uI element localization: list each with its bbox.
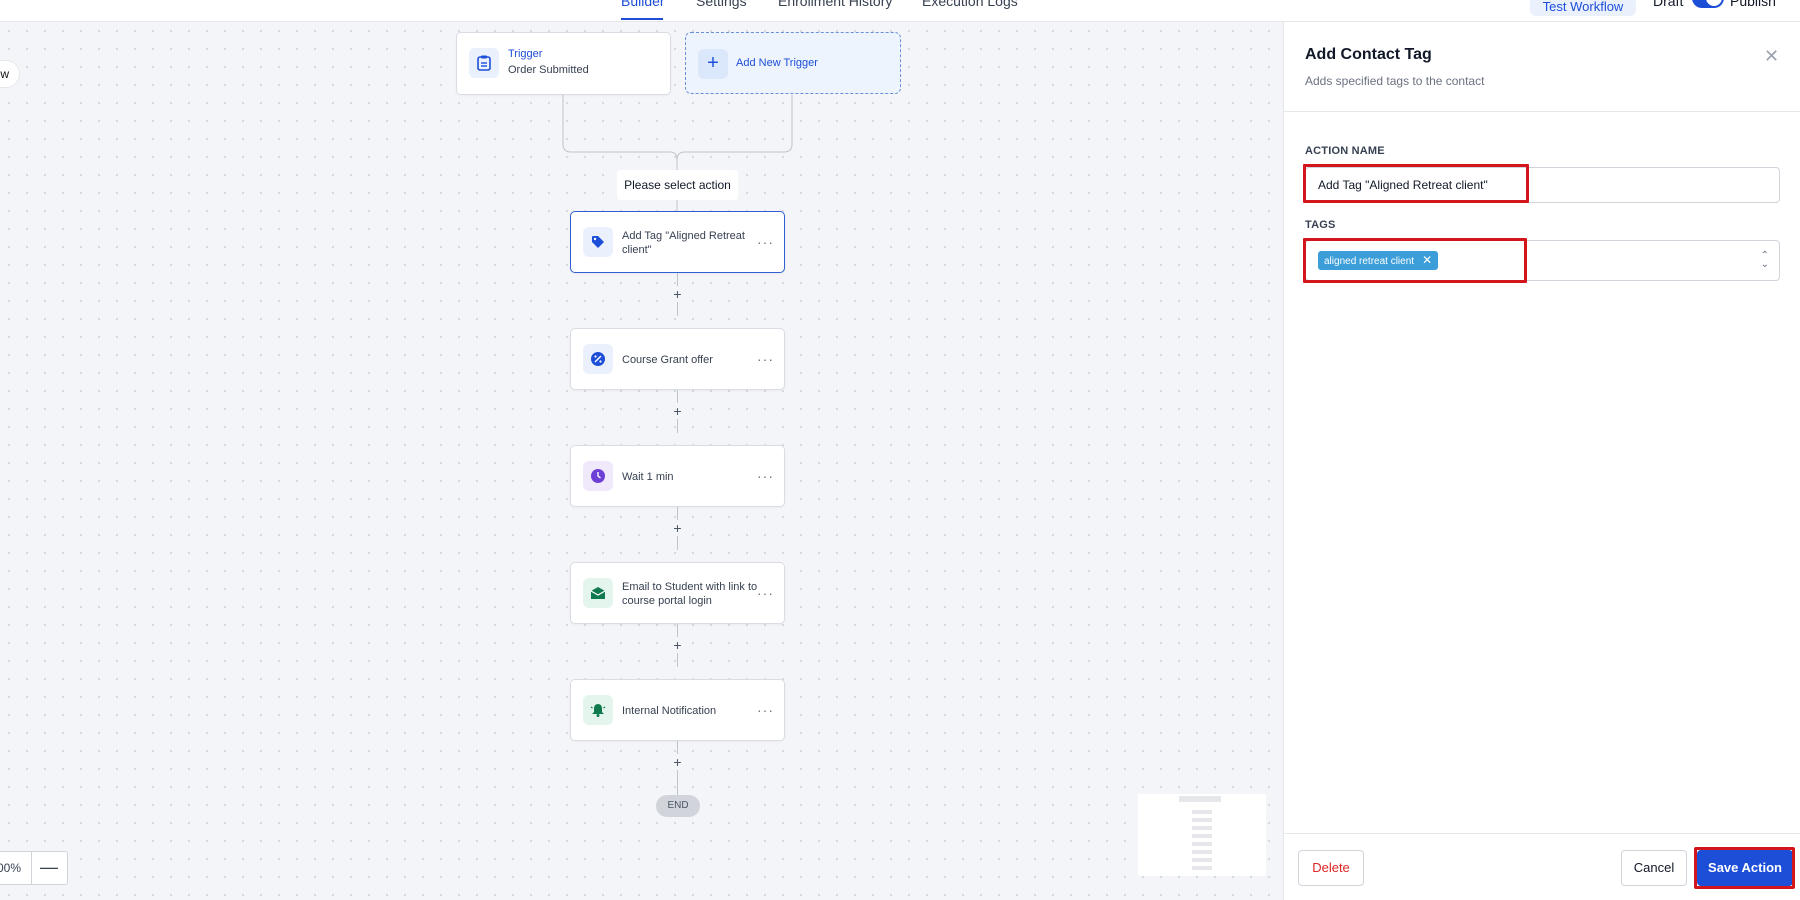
action-card-email[interactable]: Email to Student with link to course por… [570,562,785,624]
action-label: Add Tag "Aligned Retreat client" [622,230,745,256]
action-card-internal-notification[interactable]: Internal Notification ··· [570,679,785,741]
envelope-icon [583,578,613,608]
action-label: Wait 1 min [622,471,674,483]
action-label: Internal Notification [622,705,717,717]
tab-builder[interactable]: Builder [621,0,665,9]
minimap-node [1192,842,1212,846]
panel-title: Add Contact Tag [1305,46,1432,63]
add-step-button[interactable]: + [671,754,684,770]
close-icon[interactable]: ✕ [1764,46,1779,67]
minimap-node [1192,858,1212,862]
action-card-add-tag[interactable]: Add Tag "Aligned Retreat client" ··· [570,211,785,273]
action-name-label: ACTION NAME [1305,145,1385,157]
minimap-trigger-block [1179,796,1221,802]
trigger-title: Trigger [508,48,543,60]
zoom-out-button[interactable]: — [34,855,64,881]
minimap[interactable] [1138,794,1266,876]
publish-label: Publish [1730,0,1776,9]
add-new-trigger-button[interactable]: + Add New Trigger [685,32,901,94]
test-workflow-button[interactable]: Test Workflow [1530,0,1636,16]
minimap-node [1192,834,1212,838]
action-label: Email to Student with link to course por… [622,581,758,607]
highlight-box [1303,238,1527,283]
panel-subtitle: Adds specified tags to the contact [1305,74,1485,88]
bell-icon [583,695,613,725]
zoom-controls: 00% — [0,851,68,885]
clock-icon [583,461,613,491]
divider [31,852,32,884]
add-new-trigger-label: Add New Trigger [736,57,818,69]
divider [1284,833,1800,834]
cancel-button[interactable]: Cancel [1621,850,1687,886]
select-action-label[interactable]: Please select action [617,170,738,200]
select-arrows-icon[interactable]: ⌃ ⌄ [1761,251,1769,270]
minimap-node [1192,866,1212,870]
workflow-canvas[interactable]: w Trigger Order Submitted + Add New Trig… [0,22,1283,900]
more-options-icon[interactable]: ··· [757,468,774,484]
add-step-button[interactable]: + [671,520,684,536]
minimap-node [1192,818,1212,822]
minimap-node [1192,810,1212,814]
highlight-box [1694,847,1795,889]
highlight-box [1303,164,1529,203]
clipboard-icon [469,48,499,78]
add-step-button[interactable]: + [671,637,684,653]
more-options-icon[interactable]: ··· [757,585,774,601]
more-options-icon[interactable]: ··· [757,702,774,718]
trigger-card[interactable]: Trigger Order Submitted [456,32,671,95]
action-card-wait[interactable]: Wait 1 min ··· [570,445,785,507]
tags-label: TAGS [1305,219,1336,231]
active-tab-indicator [621,18,663,20]
zoom-level: 00% [0,861,22,875]
end-node: END [656,795,700,817]
tab-settings[interactable]: Settings [696,0,747,9]
add-step-button[interactable]: + [671,286,684,302]
trigger-subtitle: Order Submitted [508,64,589,76]
action-card-course-grant[interactable]: Course Grant offer ··· [570,328,785,390]
tag-icon [583,227,613,257]
more-options-icon[interactable]: ··· [757,234,774,250]
divider [1284,111,1800,112]
tab-execution-logs[interactable]: Execution Logs [922,0,1018,9]
plus-icon: + [698,49,728,79]
action-label: Course Grant offer [622,354,713,366]
delete-button[interactable]: Delete [1298,850,1364,886]
minimap-node [1192,826,1212,830]
more-options-icon[interactable]: ··· [757,351,774,367]
action-settings-panel: Add Contact Tag Adds specified tags to t… [1283,22,1800,900]
top-navigation-bar: Builder Settings Enrollment History Exec… [0,0,1800,22]
add-step-button[interactable]: + [671,403,684,419]
publish-toggle[interactable] [1692,0,1724,8]
draft-label: Draft [1653,0,1684,9]
percent-badge-icon [583,344,613,374]
tab-enrollment-history[interactable]: Enrollment History [778,0,892,9]
minimap-node [1192,850,1212,854]
